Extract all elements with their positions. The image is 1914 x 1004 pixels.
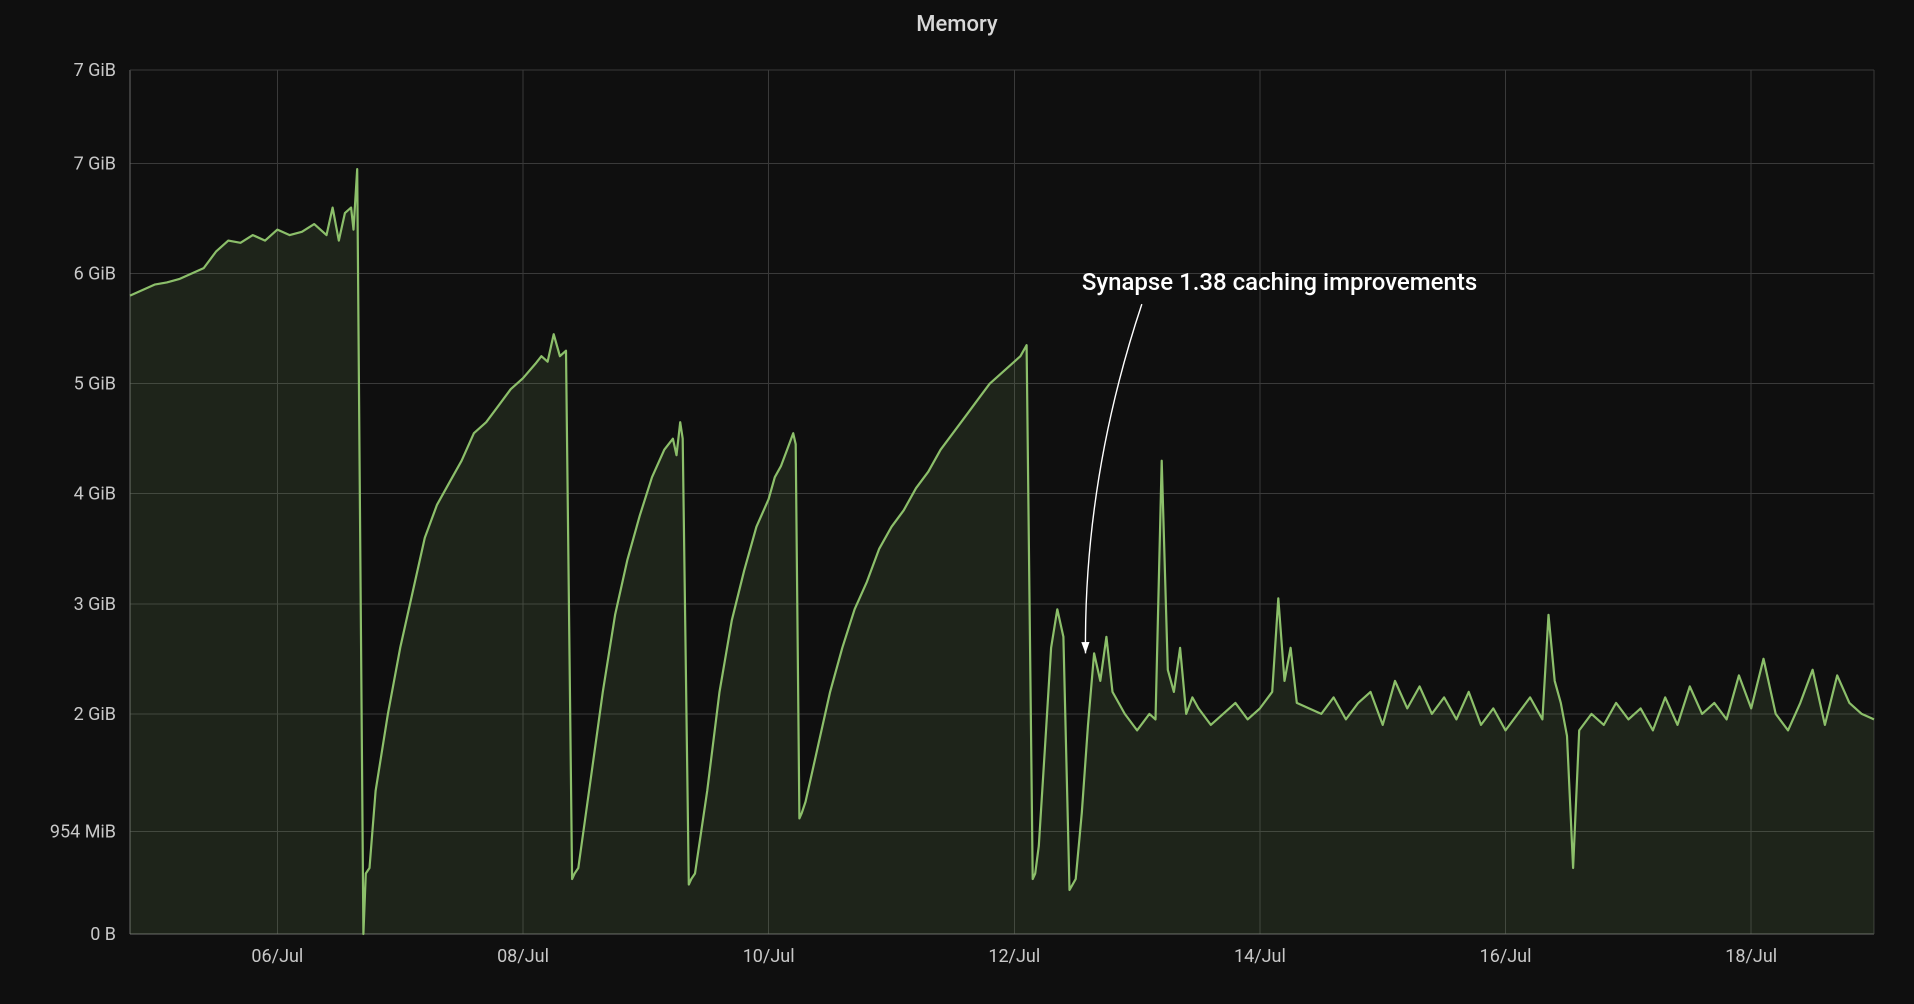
plot-area[interactable]: 0 B 954 MiB 2 GiB 3 GiB 4 GiB 5 GiB 6 GiB 7 GiB… xyxy=(20,60,1894,984)
svg-text:12/Jul: 12/Jul xyxy=(988,946,1040,967)
plot-svg[interactable]: 0 B 954 MiB 2 GiB 3 GiB 4 GiB 5 GiB 6 GiB 7 GiB… xyxy=(20,60,1894,984)
svg-text:7 GiB: 7 GiB xyxy=(74,154,116,175)
svg-text:4 GiB: 4 GiB xyxy=(74,484,116,505)
svg-text:6 GiB: 6 GiB xyxy=(74,264,116,285)
svg-text:14/Jul: 14/Jul xyxy=(1234,946,1286,967)
svg-text:5 GiB: 5 GiB xyxy=(74,374,116,395)
chart-panel: Memory 0 B 954 MiB 2 GiB 3 GiB 4 GiB 5 GiB 6 G… xyxy=(0,0,1914,1004)
svg-text:16/Jul: 16/Jul xyxy=(1480,946,1532,967)
svg-text:18/Jul: 18/Jul xyxy=(1725,946,1777,967)
svg-text:2 GiB: 2 GiB xyxy=(74,704,116,725)
svg-text:954 MiB: 954 MiB xyxy=(50,821,116,842)
svg-text:7 GiB: 7 GiB xyxy=(74,60,116,81)
annotation-arrow xyxy=(1085,304,1141,653)
svg-text:10/Jul: 10/Jul xyxy=(743,946,795,967)
annotation-text: Synapse 1.38 caching improvements xyxy=(1082,268,1477,296)
svg-text:08/Jul: 08/Jul xyxy=(497,946,549,967)
svg-text:06/Jul: 06/Jul xyxy=(251,946,303,967)
chart-title: Memory xyxy=(0,12,1914,37)
svg-text:0 B: 0 B xyxy=(90,924,116,945)
svg-text:3 GiB: 3 GiB xyxy=(74,594,116,615)
